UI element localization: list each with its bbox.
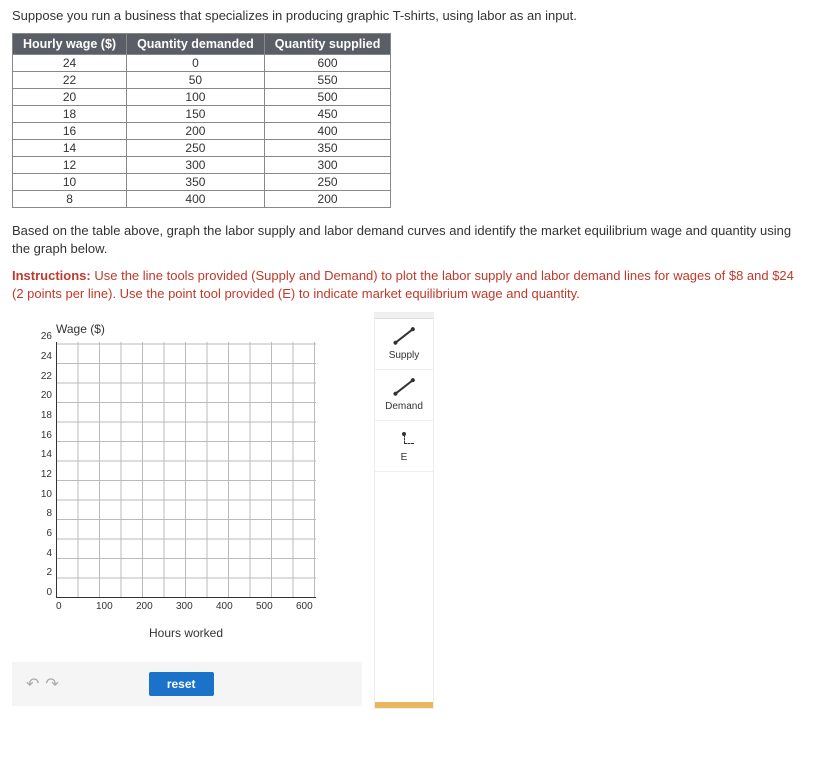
tool-demand-label: Demand — [379, 401, 429, 412]
y-axis-label: Wage ($) — [56, 322, 352, 336]
intro-text: Suppose you run a business that speciali… — [12, 8, 804, 23]
tool-supply[interactable]: Supply — [375, 319, 433, 370]
instructions-label: Instructions: — [12, 268, 91, 283]
col-header-supplied: Quantity supplied — [264, 34, 391, 55]
instructions: Instructions: Use the line tools provide… — [12, 267, 804, 302]
x-axis-label: Hours worked — [56, 626, 316, 640]
table-row: 18150450 — [13, 106, 391, 123]
table-row: 2250550 — [13, 72, 391, 89]
tool-palette: Supply Demand E — [374, 312, 434, 709]
table-row: 20100500 — [13, 89, 391, 106]
graph-panel: Wage ($) 26 24 22 20 18 16 14 12 10 8 6 … — [12, 312, 362, 706]
col-header-demanded: Quantity demanded — [127, 34, 265, 55]
redo-icon[interactable]: ↷ — [45, 674, 58, 694]
table-row: 12300300 — [13, 157, 391, 174]
table-row: 14250350 — [13, 140, 391, 157]
instructions-body: Use the line tools provided (Supply and … — [12, 268, 794, 301]
table-row: 10350250 — [13, 174, 391, 191]
point-icon — [390, 427, 418, 449]
line-icon — [390, 376, 418, 398]
col-header-wage: Hourly wage ($) — [13, 34, 127, 55]
question-text: Based on the table above, graph the labo… — [12, 222, 804, 257]
x-axis: 0 100 200 300 400 500 600 — [56, 601, 336, 612]
wage-table: Hourly wage ($) Quantity demanded Quanti… — [12, 33, 391, 208]
undo-icon[interactable]: ↶ — [26, 674, 39, 694]
tool-demand[interactable]: Demand — [375, 370, 433, 421]
tool-tab-bottom-icon[interactable] — [375, 702, 433, 708]
tool-e-label: E — [379, 452, 429, 463]
table-row: 240600 — [13, 55, 391, 72]
table-row: 8400200 — [13, 191, 391, 208]
line-icon — [390, 325, 418, 347]
plot-area[interactable] — [56, 342, 316, 598]
graph-controls: ↶ ↷ reset — [12, 662, 362, 706]
tool-equilibrium[interactable]: E — [375, 421, 433, 472]
tool-supply-label: Supply — [379, 350, 429, 361]
table-row: 16200400 — [13, 123, 391, 140]
reset-button[interactable]: reset — [149, 672, 214, 696]
y-axis: 26 24 22 20 18 16 14 12 10 8 6 4 2 0 — [32, 342, 52, 598]
